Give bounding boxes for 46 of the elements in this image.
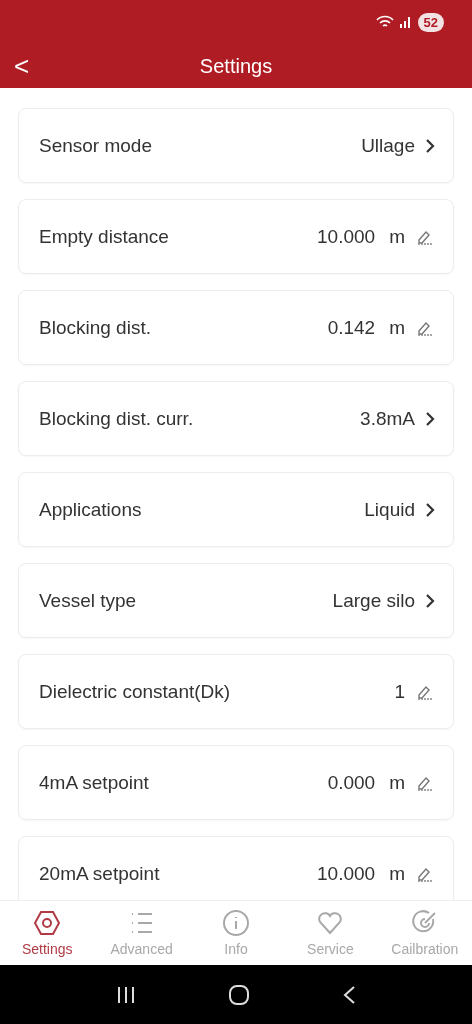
setting-value: 10.000 (317, 862, 376, 885)
setting-label: Blocking dist. curr. (39, 407, 195, 430)
setting-value: Ullage (361, 134, 415, 157)
page-title: Settings (199, 54, 273, 78)
unit-label: m (389, 771, 405, 794)
setting-row[interactable]: 4mA setpoint 0.000 m (18, 745, 454, 820)
heart-icon (316, 909, 345, 937)
setting-label: Sensor mode (39, 134, 153, 157)
setting-label: Dielectric constant(Dk) (39, 680, 232, 703)
setting-value: 3.8mA (360, 407, 415, 430)
setting-row[interactable]: Empty distance 10.000 m (18, 199, 454, 274)
back-button[interactable]: < (14, 50, 30, 82)
setting-value: 0.142 (327, 316, 376, 339)
signal-icon (399, 16, 412, 28)
unit-label: m (389, 862, 405, 885)
setting-value: 1 (394, 680, 405, 703)
setting-label: 20mA setpoint (39, 862, 161, 885)
info-icon (222, 909, 250, 937)
setting-label: Vessel type (39, 589, 138, 612)
setting-label: Applications (39, 498, 143, 521)
battery-level: 52 (417, 12, 444, 32)
back-icon[interactable] (342, 984, 356, 1005)
setting-value: 10.000 (317, 225, 376, 248)
tab[interactable]: Settings (0, 901, 95, 965)
setting-row[interactable]: Applications Liquid (18, 472, 454, 547)
setting-value: Large silo (332, 589, 415, 612)
unit-label: m (389, 316, 405, 339)
wifi-icon (375, 15, 394, 29)
setting-value: 0.000 (327, 771, 376, 794)
home-icon[interactable] (228, 983, 250, 1006)
setting-label: Blocking dist. (39, 316, 152, 339)
setting-row[interactable]: Blocking dist. 0.142 m (18, 290, 454, 365)
setting-label: Empty distance (39, 225, 170, 248)
setting-row[interactable]: Sensor mode Ullage (18, 108, 454, 183)
setting-value: Liquid (364, 498, 415, 521)
setting-row[interactable]: Blocking dist. curr. 3.8mA (18, 381, 454, 456)
recent-apps-icon[interactable] (116, 984, 136, 1005)
setting-row[interactable]: Dielectric constant(Dk) 1 (18, 654, 454, 729)
chevron-right-icon (425, 501, 435, 518)
chevron-right-icon (425, 137, 435, 154)
settings-icon (33, 909, 62, 937)
unit-label: m (389, 225, 405, 248)
setting-label: 4mA setpoint (39, 771, 150, 794)
chevron-right-icon (425, 410, 435, 427)
chevron-right-icon (425, 592, 435, 609)
setting-row[interactable]: Vessel type Large silo (18, 563, 454, 638)
